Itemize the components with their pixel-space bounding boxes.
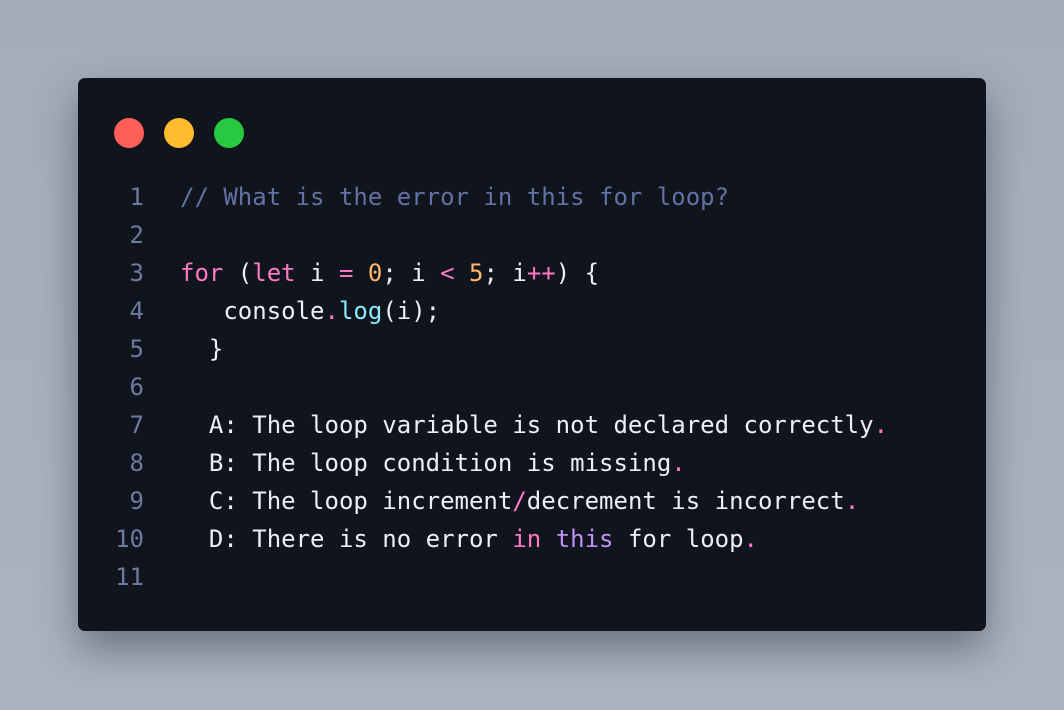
line-content	[144, 368, 180, 406]
this-keyword: this	[555, 525, 614, 553]
code-line: 4 console.log(i);	[78, 292, 986, 330]
slash-operator: /	[512, 487, 527, 515]
in-keyword: in	[512, 525, 542, 553]
code-token: (	[223, 259, 253, 287]
option-b-text: B: The loop condition is missing	[180, 449, 672, 477]
line-content: C: The loop increment/decrement is incor…	[144, 482, 859, 520]
code-token: i	[295, 259, 339, 287]
line-content	[144, 216, 180, 254]
period-token: .	[743, 525, 758, 553]
maximize-window-button[interactable]	[214, 118, 244, 148]
line-content: console.log(i);	[144, 292, 440, 330]
line-content: A: The loop variable is not declared cor…	[144, 406, 888, 444]
number-literal: 5	[469, 259, 484, 287]
line-content: }	[144, 330, 223, 368]
line-content: for (let i = 0; i < 5; i++) {	[144, 254, 599, 292]
assign-operator: =	[338, 259, 354, 287]
line-number: 9	[129, 487, 144, 515]
line-number: 4	[129, 297, 144, 325]
code-line: 2	[78, 216, 986, 254]
code-token: ; i	[382, 259, 441, 287]
code-line: 7 A: The loop variable is not declared c…	[78, 406, 986, 444]
code-line: 10 D: There is no error in this for loop…	[78, 520, 986, 558]
period-token: .	[873, 411, 889, 439]
option-c-text: C: The loop increment	[180, 487, 513, 515]
line-number: 1	[129, 183, 144, 211]
line-number: 8	[129, 449, 144, 477]
let-keyword: let	[252, 259, 296, 287]
line-content: D: There is no error in this for loop.	[144, 520, 758, 558]
line-content: B: The loop condition is missing.	[144, 444, 686, 482]
line-number: 2	[129, 221, 144, 249]
option-d-text-rest: for loop	[613, 525, 744, 553]
for-keyword: for	[180, 259, 224, 287]
period-token: .	[844, 487, 860, 515]
code-line: 9 C: The loop increment/decrement is inc…	[78, 482, 986, 520]
code-token: }	[180, 335, 224, 363]
line-number: 6	[129, 373, 144, 401]
code-line: 1 // What is the error in this for loop?	[78, 178, 986, 216]
code-window: 1 // What is the error in this for loop?…	[78, 78, 986, 631]
line-content: // What is the error in this for loop?	[144, 178, 729, 216]
code-token: ) {	[555, 259, 600, 287]
code-line: 3 for (let i = 0; i < 5; i++) {	[78, 254, 986, 292]
code-token: (i);	[382, 297, 441, 325]
line-number: 5	[129, 335, 144, 363]
close-window-button[interactable]	[114, 118, 144, 148]
line-number: 7	[129, 411, 144, 439]
line-number: 10	[115, 525, 144, 553]
window-controls	[114, 118, 244, 148]
option-c-text-rest: decrement is incorrect	[526, 487, 845, 515]
period-token: .	[671, 449, 686, 477]
line-number: 3	[129, 259, 144, 287]
code-line: 8 B: The loop condition is missing.	[78, 444, 986, 482]
increment-operator: ++	[526, 259, 556, 287]
code-line: 5 }	[78, 330, 986, 368]
code-editor: 1 // What is the error in this for loop?…	[78, 178, 986, 596]
number-literal: 0	[367, 259, 383, 287]
minimize-window-button[interactable]	[164, 118, 194, 148]
code-comment: // What is the error in this for loop?	[180, 183, 730, 211]
option-d-text: D: There is no error	[180, 525, 513, 553]
code-line: 6	[78, 368, 986, 406]
code-line: 11	[78, 558, 986, 596]
method-name: log	[338, 297, 383, 325]
code-token: console	[223, 297, 325, 325]
less-than-operator: <	[440, 259, 455, 287]
line-content	[144, 558, 180, 596]
code-token: ; i	[483, 259, 527, 287]
option-a-text: A: The loop variable is not declared cor…	[180, 411, 874, 439]
line-number: 11	[115, 563, 144, 591]
dot-operator: .	[324, 297, 339, 325]
